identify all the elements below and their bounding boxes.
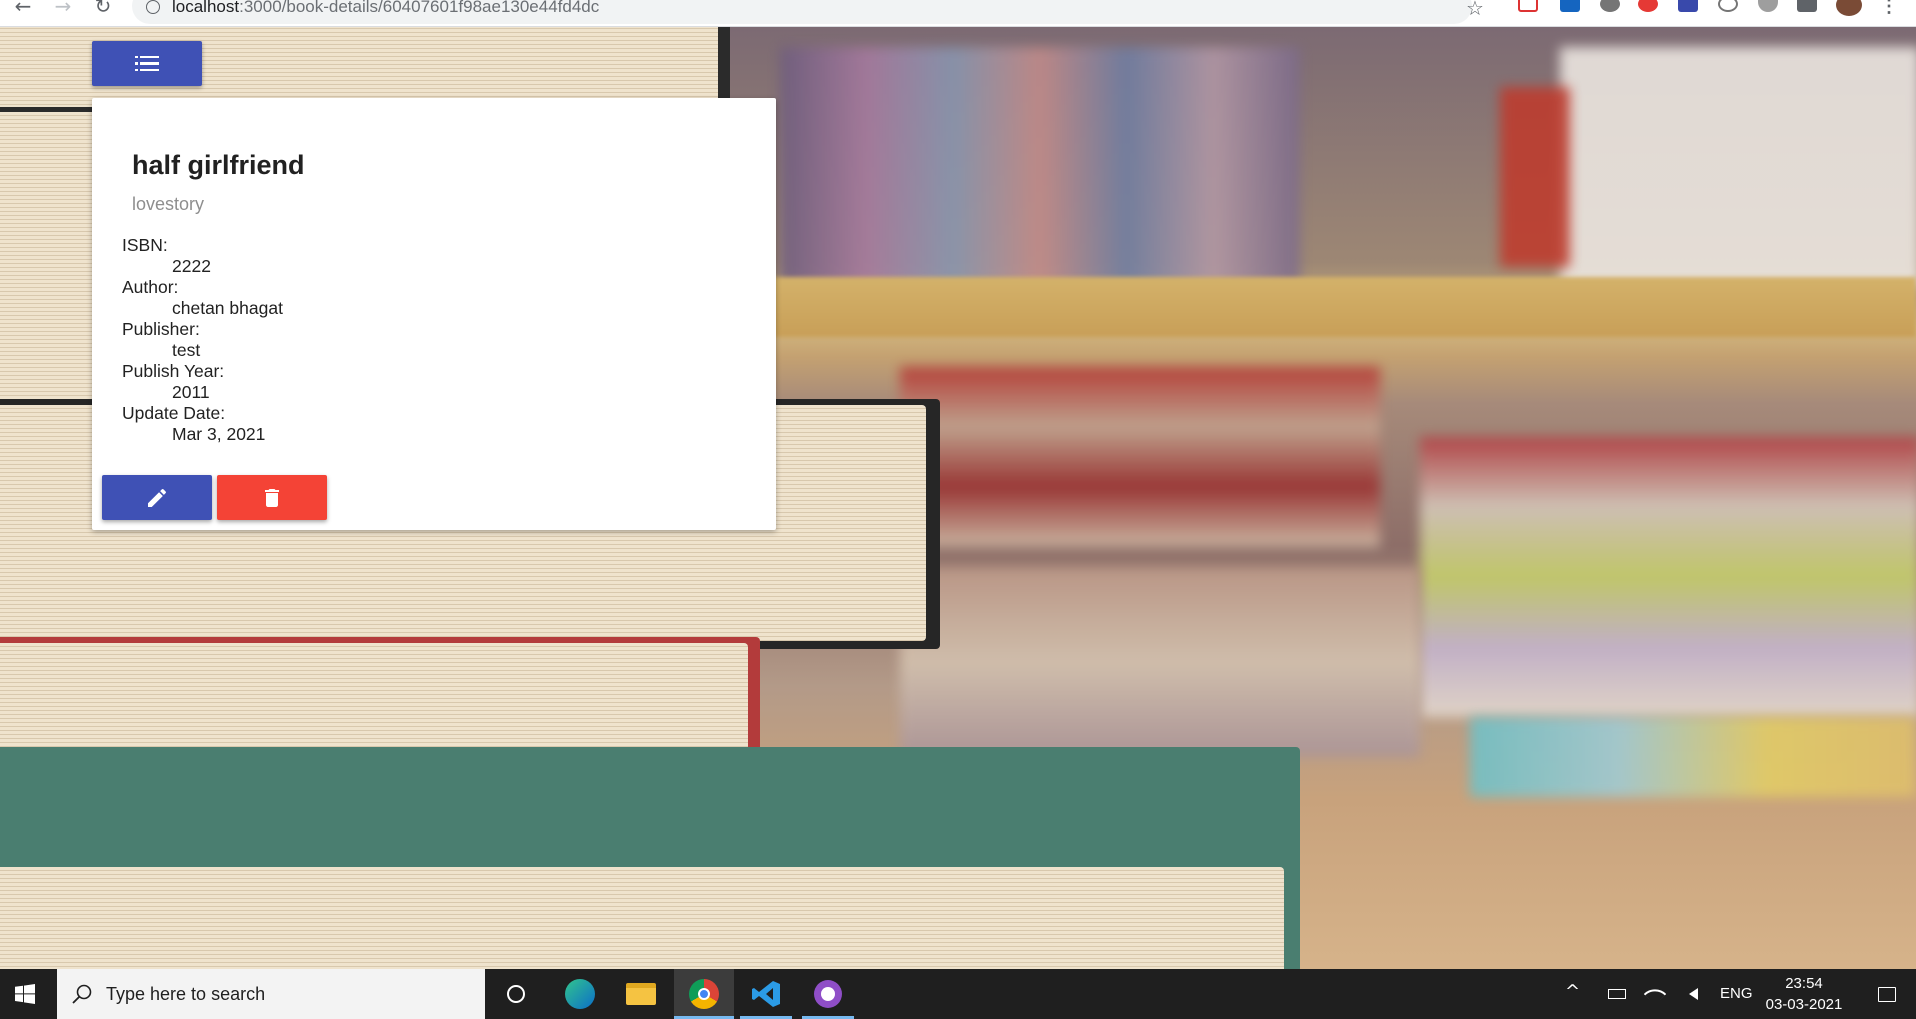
delete-button[interactable] — [217, 475, 327, 520]
publish-year-label: Publish Year: — [122, 361, 225, 381]
taskbar-search-box[interactable]: Type here to search — [57, 969, 485, 1019]
browser-toolbar: ← → ↻ localhost:3000/book-details/604076… — [0, 0, 1916, 27]
volume-icon[interactable] — [1678, 969, 1708, 1019]
publisher-value: test — [172, 340, 201, 360]
profile-avatar[interactable] — [1836, 0, 1862, 16]
book-details-list: ISBN: 2222 Author: chetan bhagat Publish… — [122, 235, 283, 445]
url-path: :3000/book-details/60407601f98ae130e44fd… — [239, 0, 600, 16]
taskbar: Type here to search ^ ENG 23:54 03-03-20… — [0, 969, 1916, 1019]
update-date-value: Mar 3, 2021 — [172, 424, 266, 444]
puzzle-icon[interactable] — [1797, 0, 1817, 12]
book-details-card: half girlfriend lovestory ISBN: 2222 Aut… — [92, 98, 776, 530]
extension-icon[interactable] — [1758, 0, 1778, 12]
url-host: localhost — [172, 0, 240, 16]
show-hidden-icons-chevron-icon[interactable]: ^ — [1565, 981, 1580, 1002]
edge-browser-icon[interactable] — [555, 969, 605, 1019]
clock-date: 03-03-2021 — [1765, 996, 1843, 1013]
battery-icon[interactable] — [1602, 969, 1632, 1019]
isbn-label: ISBN: — [122, 235, 168, 255]
author-label: Author: — [122, 277, 179, 297]
bookmark-star-icon[interactable]: ☆ — [1466, 0, 1484, 20]
background-book — [1560, 47, 1916, 287]
book-genre: lovestory — [132, 194, 205, 214]
address-bar[interactable]: localhost:3000/book-details/60407601f98a… — [132, 0, 1472, 24]
wifi-icon[interactable] — [1640, 969, 1670, 1019]
forward-arrow-icon[interactable]: → — [50, 0, 76, 16]
url-text[interactable]: localhost:3000/book-details/60407601f98a… — [172, 0, 599, 17]
list-icon — [135, 55, 159, 72]
extension-icon[interactable] — [1638, 0, 1658, 12]
publish-year-value: 2011 — [172, 382, 210, 402]
background-book — [1420, 437, 1916, 717]
search-placeholder: Type here to search — [106, 984, 266, 1004]
publisher-label: Publisher: — [122, 319, 200, 339]
extension-icon[interactable] — [1600, 0, 1620, 12]
extension-icon[interactable] — [1678, 0, 1698, 12]
back-arrow-icon[interactable]: ← — [10, 0, 36, 16]
menu-button[interactable] — [92, 41, 202, 86]
extension-icon[interactable] — [1518, 0, 1538, 12]
isbn-value: 2222 — [172, 256, 211, 276]
reload-icon[interactable]: ↻ — [90, 0, 116, 16]
edit-button[interactable] — [102, 475, 212, 520]
background-book — [900, 567, 1420, 757]
cortana-icon[interactable] — [490, 969, 542, 1019]
background-book — [900, 367, 1380, 547]
background-book — [1500, 87, 1570, 267]
extension-icon[interactable] — [1560, 0, 1580, 12]
background-book — [780, 47, 1300, 287]
author-value: chetan bhagat — [172, 298, 283, 318]
background-book — [1470, 717, 1916, 797]
site-info-icon[interactable] — [146, 0, 160, 14]
shelf — [700, 277, 1916, 337]
notification-icon[interactable] — [1862, 969, 1912, 1019]
update-date-label: Update Date: — [122, 403, 226, 423]
file-explorer-icon[interactable] — [616, 969, 666, 1019]
foreground-book — [0, 747, 1300, 969]
windows-start-icon[interactable] — [0, 969, 50, 1019]
system-clock[interactable]: 23:54 03-03-2021 — [1752, 973, 1856, 1015]
chrome-icon[interactable] — [674, 969, 734, 1019]
extension-icon[interactable] — [1718, 0, 1738, 12]
pencil-icon — [148, 488, 167, 507]
search-icon — [72, 984, 92, 1004]
trash-icon — [265, 488, 279, 507]
language-indicator[interactable]: ENG — [1720, 985, 1753, 1002]
github-desktop-icon[interactable] — [802, 969, 854, 1019]
book-title: half girlfriend — [132, 150, 305, 180]
clock-time: 23:54 — [1785, 975, 1823, 992]
more-menu-icon[interactable]: ⋮ — [1880, 0, 1898, 17]
vscode-icon[interactable] — [740, 969, 792, 1019]
